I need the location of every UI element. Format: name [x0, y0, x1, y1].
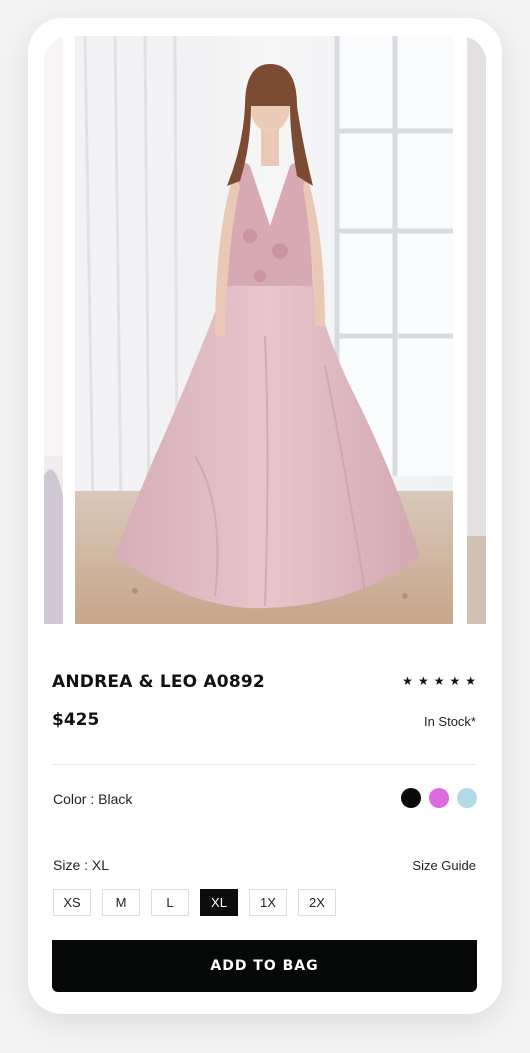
size-options: XS M L XL 1X 2X — [53, 889, 347, 916]
product-price: $425 — [52, 710, 100, 730]
phone-frame: ANDREA & LEO A0892 ★ ★ ★ ★ ★ $425 In Sto… — [28, 18, 502, 1014]
size-option-1x[interactable]: 1X — [249, 889, 287, 916]
product-image[interactable] — [75, 36, 453, 624]
swatch-light-blue[interactable] — [457, 788, 477, 808]
add-to-bag-button[interactable]: ADD TO BAG — [52, 940, 477, 992]
product-title: ANDREA & LEO A0892 — [52, 672, 265, 692]
size-option-m[interactable]: M — [102, 889, 140, 916]
rating-stars: ★ ★ ★ ★ ★ — [402, 674, 476, 688]
size-guide-link[interactable]: Size Guide — [412, 858, 476, 873]
swatch-black[interactable] — [401, 788, 421, 808]
swatch-orchid[interactable] — [429, 788, 449, 808]
size-option-l[interactable]: L — [151, 889, 189, 916]
star-icon: ★ — [402, 674, 413, 688]
star-icon: ★ — [417, 674, 429, 688]
carousel-next-slide[interactable] — [467, 36, 486, 624]
size-label: Size : XL — [53, 857, 110, 873]
stock-status: In Stock* — [423, 714, 476, 729]
carousel-prev-slide[interactable] — [44, 36, 63, 624]
divider — [52, 764, 476, 765]
image-carousel[interactable] — [44, 36, 486, 624]
color-label: Color : Black — [53, 791, 133, 807]
product-card: ANDREA & LEO A0892 ★ ★ ★ ★ ★ $425 In Sto… — [44, 36, 486, 1011]
star-icon: ★ — [449, 674, 461, 688]
star-icon: ★ — [465, 674, 476, 688]
size-option-xl[interactable]: XL — [200, 889, 238, 916]
size-option-xs[interactable]: XS — [53, 889, 91, 916]
color-swatches — [401, 788, 477, 808]
star-icon: ★ — [433, 674, 445, 688]
size-option-2x[interactable]: 2X — [298, 889, 336, 916]
